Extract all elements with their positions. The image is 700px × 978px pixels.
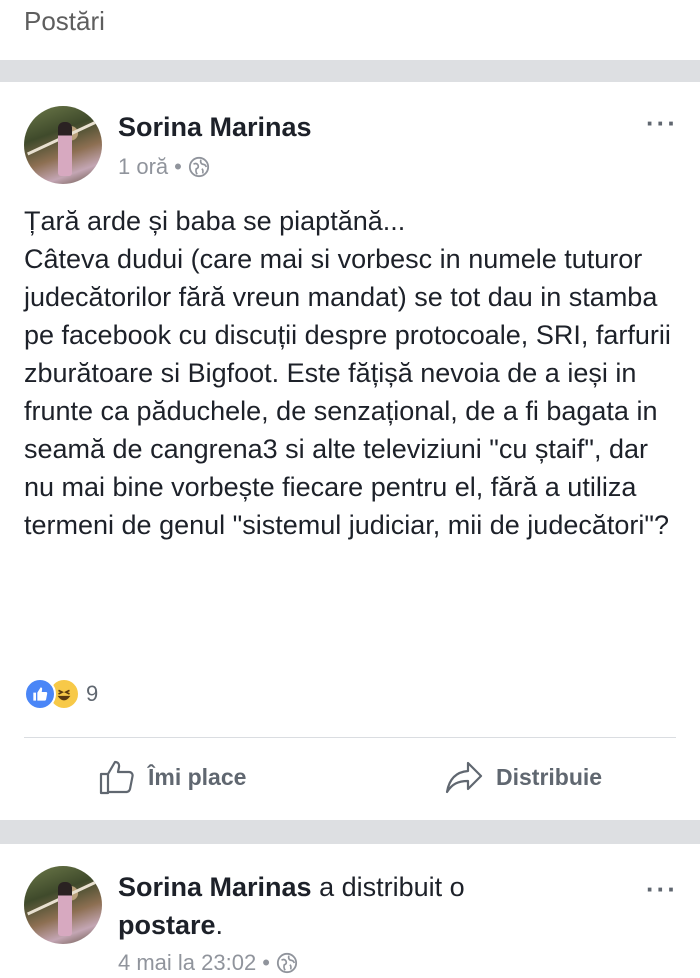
post-card: Sorina Marinas a distribuit o postare. 4…: [0, 844, 700, 978]
post-text: Țară arde și baba se piaptănă... Câteva …: [24, 206, 671, 540]
share-label: Distribuie: [496, 763, 603, 790]
share-arrow-icon: [445, 761, 483, 794]
post-timestamp[interactable]: 4 mai la 23:02: [118, 950, 256, 976]
post-card: Sorina Marinas 1 oră • ··· Țară arde și …: [0, 82, 700, 820]
post-author[interactable]: Sorina Marinas: [118, 872, 312, 902]
post-meta: 4 mai la 23:02 •: [118, 950, 298, 976]
shared-period: .: [215, 910, 224, 940]
like-button[interactable]: Îmi place: [98, 758, 246, 796]
posts-section-header: Postări: [0, 0, 700, 60]
share-button[interactable]: Distribuie: [444, 758, 602, 796]
post-author[interactable]: Sorina Marinas: [118, 112, 312, 143]
avatar[interactable]: [24, 866, 102, 944]
shared-action-text: a distribuit o: [319, 872, 465, 902]
like-icon: [24, 678, 56, 710]
meta-separator: •: [262, 950, 270, 975]
thumbs-up-icon: [99, 760, 134, 795]
avatar[interactable]: [24, 106, 102, 184]
shared-post-header: Sorina Marinas a distribuit o postare.: [118, 868, 465, 944]
more-options-icon[interactable]: ···: [646, 874, 678, 905]
actions-divider: [24, 737, 676, 738]
shared-post-link[interactable]: postare: [118, 910, 216, 940]
globe-icon: [188, 156, 209, 178]
post-timestamp[interactable]: 1 oră: [118, 154, 168, 180]
globe-icon: [276, 952, 297, 974]
like-label: Îmi place: [148, 763, 247, 790]
more-options-icon[interactable]: ···: [646, 108, 678, 139]
post-divider: [0, 820, 700, 844]
section-title: Postări: [24, 6, 105, 36]
reactions-summary[interactable]: 9: [24, 678, 98, 710]
post-meta: 1 oră •: [118, 154, 210, 180]
reaction-count: 9: [86, 681, 99, 706]
meta-separator: •: [174, 154, 182, 179]
section-divider: [0, 60, 700, 82]
